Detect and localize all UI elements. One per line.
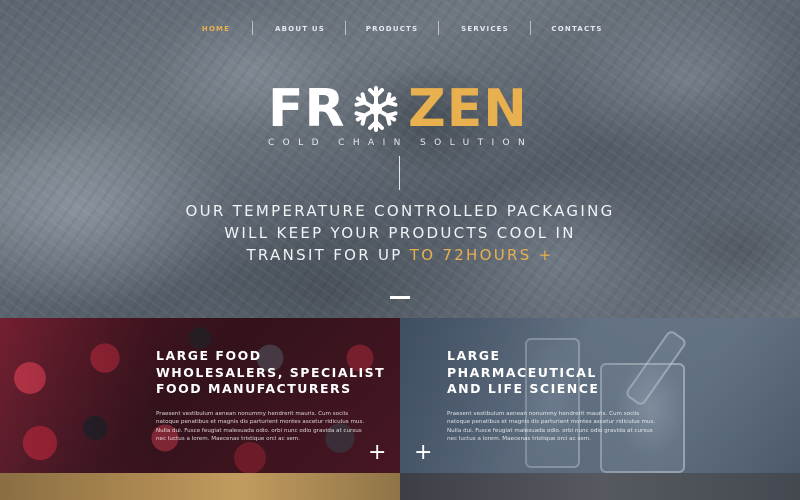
card-title: LARGE FOOD WHOLESALERS, SPECIALIST FOOD … (156, 348, 385, 398)
plus-icon[interactable]: + (414, 442, 432, 464)
card-title-line: FOOD MANUFACTURERS (156, 381, 352, 396)
next-section-image (400, 473, 800, 500)
headline-line: WILL KEEP YOUR PRODUCTS COOL IN (224, 224, 576, 242)
nav-item-services[interactable]: SERVICES (454, 23, 516, 35)
card-text-line: natoque penatibus et magnis dis parturie… (156, 419, 365, 426)
main-nav: HOME ABOUT US PRODUCTS SERVICES CONTACTS (0, 0, 800, 56)
nav-item-home[interactable]: HOME (192, 23, 240, 35)
nav-divider (345, 21, 346, 35)
card-description: Praesent vestibulum aenean nonummy hendr… (156, 410, 364, 443)
headline-line: OUR TEMPERATURE CONTROLLED PACKAGING (185, 202, 615, 220)
nav-divider (530, 21, 531, 35)
card-text-line: nec luctus a lorem. Maecenas tristique o… (156, 435, 301, 442)
card-title-line: LARGE (447, 348, 501, 363)
nav-divider (438, 21, 439, 35)
next-section-image (0, 473, 400, 500)
logo-text-fr: FR (268, 79, 346, 139)
hero-headline: OUR TEMPERATURE CONTROLLED PACKAGING WIL… (100, 200, 700, 266)
nav-item-about-us[interactable]: ABOUT US (268, 23, 332, 35)
card-description: Praesent vestibulum aenean nonummy hendr… (447, 410, 655, 443)
headline-accent: TO 72HOURS + (409, 246, 554, 264)
hero-section: HOME ABOUT US PRODUCTS SERVICES CONTACTS… (0, 0, 800, 318)
nav-item-contacts[interactable]: CONTACTS (546, 23, 608, 35)
card-text-line: Praesent vestibulum aenean nonummy hendr… (156, 411, 349, 417)
scroll-indicator[interactable] (390, 296, 410, 299)
headline-text: TRANSIT FOR UP (246, 246, 403, 264)
logo-text-zen: ZEN (408, 79, 528, 139)
brand-logo[interactable]: FR ZEN (268, 79, 532, 139)
plus-icon[interactable]: + (368, 442, 386, 464)
card-text-line: Nulla dui. Fusce feugiat malesuada odio.… (156, 427, 362, 434)
card-text-line: Nulla dui. Fusce feugiat malesuada odio.… (447, 427, 653, 434)
card-title-line: PHARMACEUTICAL (447, 364, 597, 380)
card-title-line: LARGE FOOD (156, 348, 262, 363)
nav-divider (252, 21, 253, 35)
card-text-line: nec luctus a lorem. Maecenas tristique o… (447, 435, 592, 442)
card-title: LARGE PHARMACEUTICAL AND LIFE SCIENCE (447, 348, 599, 398)
card-title-line: WHOLESALERS, SPECIALIST (156, 364, 386, 380)
card-pharma[interactable]: LARGE PHARMACEUTICAL AND LIFE SCIENCE Pr… (400, 318, 800, 473)
snowflake-icon (352, 86, 400, 132)
card-text-line: Praesent vestibulum aenean nonummy hendr… (447, 411, 640, 417)
divider-line (399, 156, 400, 190)
card-food[interactable]: LARGE FOOD WHOLESALERS, SPECIALIST FOOD … (0, 318, 400, 473)
card-title-line: AND LIFE SCIENCE (447, 381, 600, 396)
headline-line: TRANSIT FOR UP TO 72HOURS + (100, 244, 700, 266)
nav-item-products[interactable]: PRODUCTS (360, 23, 424, 35)
card-text-line: natoque penatibus et magnis dis parturie… (447, 419, 656, 426)
brand-tagline: COLD CHAIN SOLUTION (268, 138, 534, 148)
